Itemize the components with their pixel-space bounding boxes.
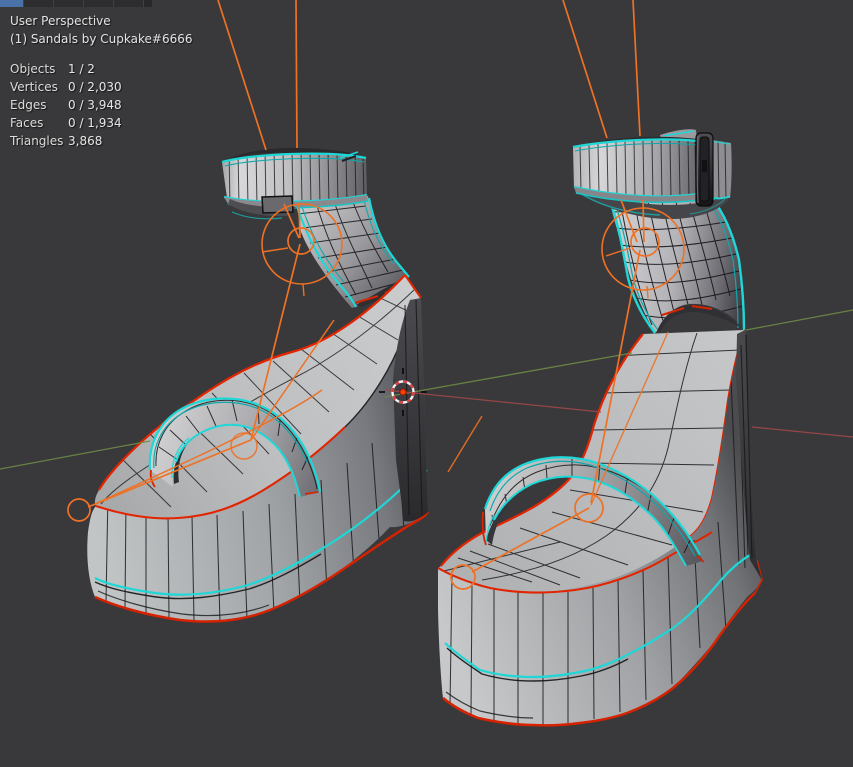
tab-segment[interactable]: [84, 0, 114, 7]
buckle-right: [695, 132, 714, 207]
stat-row-triangles: Triangles 3,868: [10, 134, 103, 148]
stat-row-edges: Edges 0 / 3,948: [10, 98, 122, 112]
mesh-object-sandal-right[interactable]: [437, 129, 763, 727]
viewport-3d[interactable]: User Perspective (1) Sandals by Cupkake#…: [0, 0, 853, 767]
tab-segment-active[interactable]: [0, 0, 24, 7]
header-tab-strip[interactable]: [0, 0, 152, 7]
mesh-object-sandal-left[interactable]: [87, 147, 430, 623]
statistics-panel: Objects 1 / 2 Vertices 0 / 2,030 Edges 0…: [10, 60, 192, 150]
tab-segment[interactable]: [54, 0, 84, 7]
stat-row-vertices: Vertices 0 / 2,030: [10, 80, 122, 94]
viewport-overlay-stats: User Perspective (1) Sandals by Cupkake#…: [10, 12, 192, 150]
active-object-label: (1) Sandals by Cupkake#6666: [10, 32, 193, 46]
stat-row-objects: Objects 1 / 2: [10, 62, 95, 76]
tab-segment[interactable]: [114, 0, 144, 7]
view-perspective-label: User Perspective: [10, 14, 111, 28]
stat-row-faces: Faces 0 / 1,934: [10, 116, 122, 130]
tab-segment[interactable]: [24, 0, 54, 7]
ankle-cuff-right: [572, 129, 732, 220]
